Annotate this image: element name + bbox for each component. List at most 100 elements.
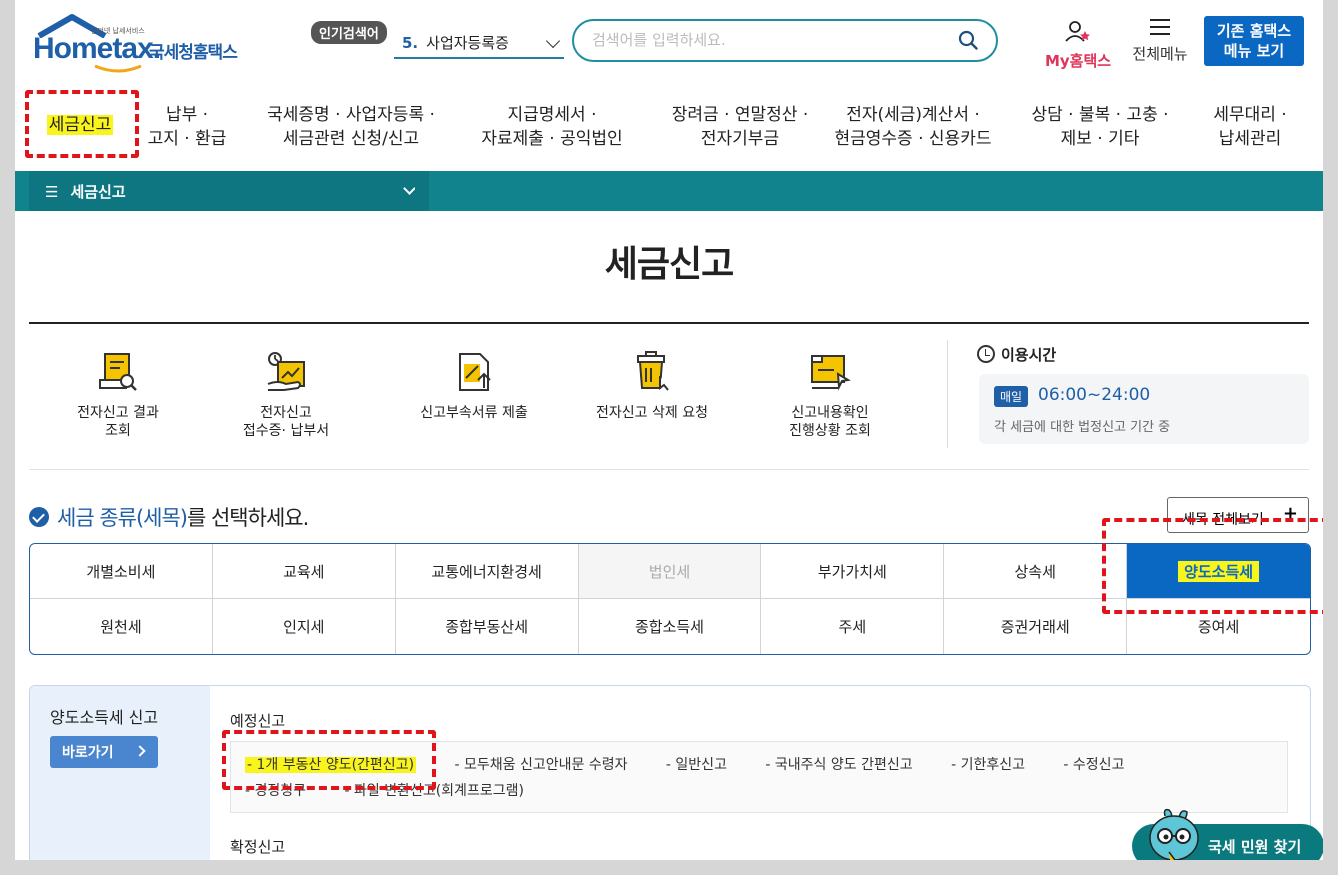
quick-link-receipt[interactable]: 전자신고 접수증· 납부서	[211, 350, 361, 440]
daily-badge: 매일	[994, 386, 1029, 407]
report-search-icon	[99, 353, 137, 391]
popular-search-select[interactable]: 5. 사업자등록증	[394, 30, 564, 59]
quick-link-status-line1: 신고내용확인	[791, 405, 869, 421]
breadcrumb-menu-icon: ☰	[45, 183, 59, 201]
nav-payment[interactable]: 납부 · 고지 · 환급	[139, 103, 235, 151]
logo-swoosh-icon	[94, 64, 142, 73]
breadcrumb[interactable]: ☰ 세금신고	[29, 171, 429, 211]
quick-link-result[interactable]: 전자신고 결과 조회	[43, 350, 193, 440]
all-menu-button[interactable]: 전체메뉴	[1125, 19, 1195, 64]
popular-rank: 5.	[402, 34, 419, 52]
tax-tab-comprehensive-real-estate[interactable]: 종합부동산세	[396, 599, 579, 654]
clock-icon	[977, 345, 995, 363]
my-hometax-button[interactable]: My홈택스	[1043, 19, 1113, 71]
nav-certificates[interactable]: 국세증명 · 사업자등록 · 세금관련 신청/신고	[251, 103, 451, 151]
link-late-filing[interactable]: - 기한후신고	[951, 757, 1025, 773]
chevron-down-icon	[403, 182, 416, 195]
final-filing-title: 확정신고	[230, 838, 286, 856]
quick-link-receipt-line1: 전자신고	[260, 405, 312, 421]
search-box	[572, 19, 998, 62]
nav-consulting[interactable]: 상담 · 불복 · 고충 · 제보 · 기타	[1017, 103, 1183, 151]
nav-tax-agent[interactable]: 세무대리 · 납세관리	[1195, 103, 1305, 151]
tax-tab-individual-consumption[interactable]: 개별소비세	[30, 544, 213, 599]
quick-link-receipt-line2: 접수증· 납부서	[242, 423, 330, 439]
tax-tab-education[interactable]: 교육세	[212, 544, 396, 599]
hours-box: 매일 06:00~24:00 각 세금에 대한 법정신고 기간 중	[979, 374, 1309, 444]
nav-incentives-line2: 전자기부금	[700, 129, 780, 149]
nav-payment-line2: 고지 · 환급	[147, 129, 227, 149]
all-menu-label: 전체메뉴	[1132, 45, 1188, 63]
tax-tab-corporate[interactable]: 법인세	[578, 544, 762, 599]
trash-click-icon	[637, 351, 669, 391]
go-button-label: 바로가기	[62, 745, 114, 761]
tax-tab-vat[interactable]: 부가가치세	[761, 544, 945, 599]
quick-link-status-line2: 진행상황 조회	[789, 423, 871, 439]
hours-note: 각 세금에 대한 법정신고 기간 중	[994, 420, 1171, 435]
quick-link-result-line2: 조회	[105, 423, 131, 439]
hours-title: 이용시간	[977, 344, 1056, 365]
section-divider	[29, 469, 1309, 470]
select-heading-blue: 세금 종류(세목)	[57, 506, 188, 530]
nav-statements-line2: 자료제출 · 공익법인	[481, 129, 623, 149]
nav-certificates-line2: 세금관련 신청/신고	[282, 129, 420, 149]
nav-statements-line1: 지급명세서 ·	[507, 105, 597, 125]
monitor-cursor-icon	[811, 355, 851, 391]
nav-consulting-line2: 제보 · 기타	[1060, 129, 1140, 149]
tax-tab-securities-transaction[interactable]: 증권거래세	[944, 599, 1128, 654]
link-general-filing[interactable]: - 일반신고	[666, 757, 727, 773]
check-circle-icon	[29, 507, 49, 527]
tax-tab-liquor[interactable]: 주세	[761, 599, 945, 654]
hometax-logo[interactable]: 인터넷 납세서비스 Hometax. 국세청홈택스	[31, 14, 246, 73]
tax-tab-inheritance[interactable]: 상속세	[944, 544, 1128, 599]
old-hometax-button[interactable]: 기존 홈택스 메뉴 보기	[1204, 16, 1304, 66]
link-prefilled-notice[interactable]: - 모두채움 신고안내문 수령자	[455, 757, 628, 773]
tax-tab-comprehensive-income[interactable]: 종합소득세	[579, 599, 762, 654]
search-icon[interactable]	[958, 30, 978, 50]
nav-statements[interactable]: 지급명세서 · 자료제출 · 공익법인	[467, 103, 637, 151]
panel-title: 양도소득세 신고	[50, 708, 159, 727]
receipt-hand-icon	[267, 352, 305, 391]
annotation-box-capital-gains	[1102, 518, 1323, 614]
nav-e-invoice-line1: 전자(세금)계산서 ·	[846, 105, 980, 125]
tax-tab-transport-energy[interactable]: 교통에너지환경세	[395, 544, 579, 599]
nav-e-invoice[interactable]: 전자(세금)계산서 · 현금영수증 · 신용카드	[821, 103, 1005, 151]
quick-link-delete-line1: 전자신고 삭제 요청	[596, 405, 708, 421]
go-button[interactable]: 바로가기	[50, 736, 158, 768]
popular-term: 사업자등록증	[426, 34, 509, 52]
nav-consulting-line1: 상담 · 불복 · 고충 ·	[1031, 105, 1169, 125]
hamburger-icon	[1150, 19, 1170, 35]
link-domestic-stock[interactable]: - 국내주식 양도 간편신고	[765, 757, 912, 773]
nav-incentives[interactable]: 장려금 · 연말정산 · 전자기부금	[645, 103, 835, 151]
search-input[interactable]	[592, 31, 952, 49]
quick-link-status[interactable]: 신고내용확인 진행상황 조회	[755, 350, 905, 440]
hours-value: 06:00~24:00	[1038, 385, 1151, 405]
quick-link-result-line1: 전자신고 결과	[77, 405, 159, 421]
quick-link-delete[interactable]: 전자신고 삭제 요청	[577, 350, 727, 422]
document-upload-icon	[459, 353, 491, 391]
preliminary-title: 예정신고	[230, 712, 286, 730]
chat-label: 국세 민원 찾기	[1208, 838, 1302, 856]
mascot-icon	[1149, 808, 1199, 860]
hours-title-label: 이용시간	[1001, 346, 1057, 364]
nav-payment-line1: 납부 ·	[165, 105, 209, 125]
nav-e-invoice-line2: 현금영수증 · 신용카드	[834, 129, 992, 149]
quick-link-attachments[interactable]: 신고부속서류 제출	[399, 350, 549, 422]
logo-subtitle: 국세청홈택스	[149, 43, 238, 63]
user-star-icon	[1065, 21, 1090, 42]
breadcrumb-bar: ☰ 세금신고	[15, 171, 1323, 211]
quick-link-attachments-line1: 신고부속서류 제출	[420, 405, 528, 421]
tax-tab-stamp[interactable]: 인지세	[213, 599, 396, 654]
breadcrumb-label: 세금신고	[70, 183, 126, 201]
nav-incentives-line1: 장려금 · 연말정산 ·	[671, 105, 809, 125]
select-heading: 세금 종류(세목)를 선택하세요.	[29, 502, 309, 532]
logo-wordmark: Hometax.	[33, 32, 161, 65]
nav-certificates-line1: 국세증명 · 사업자등록 ·	[267, 105, 435, 125]
annotation-box-nav	[25, 90, 139, 158]
breadcrumb-arrow	[415, 171, 429, 211]
link-amended-filing[interactable]: - 수정신고	[1063, 757, 1124, 773]
annotation-box-simple-filing	[222, 730, 436, 790]
select-heading-rest: 를 선택하세요.	[186, 506, 309, 530]
tax-tab-withholding[interactable]: 원천세	[30, 599, 213, 654]
vertical-divider	[947, 340, 948, 448]
panel-sidebar: 양도소득세 신고 바로가기	[30, 686, 210, 860]
